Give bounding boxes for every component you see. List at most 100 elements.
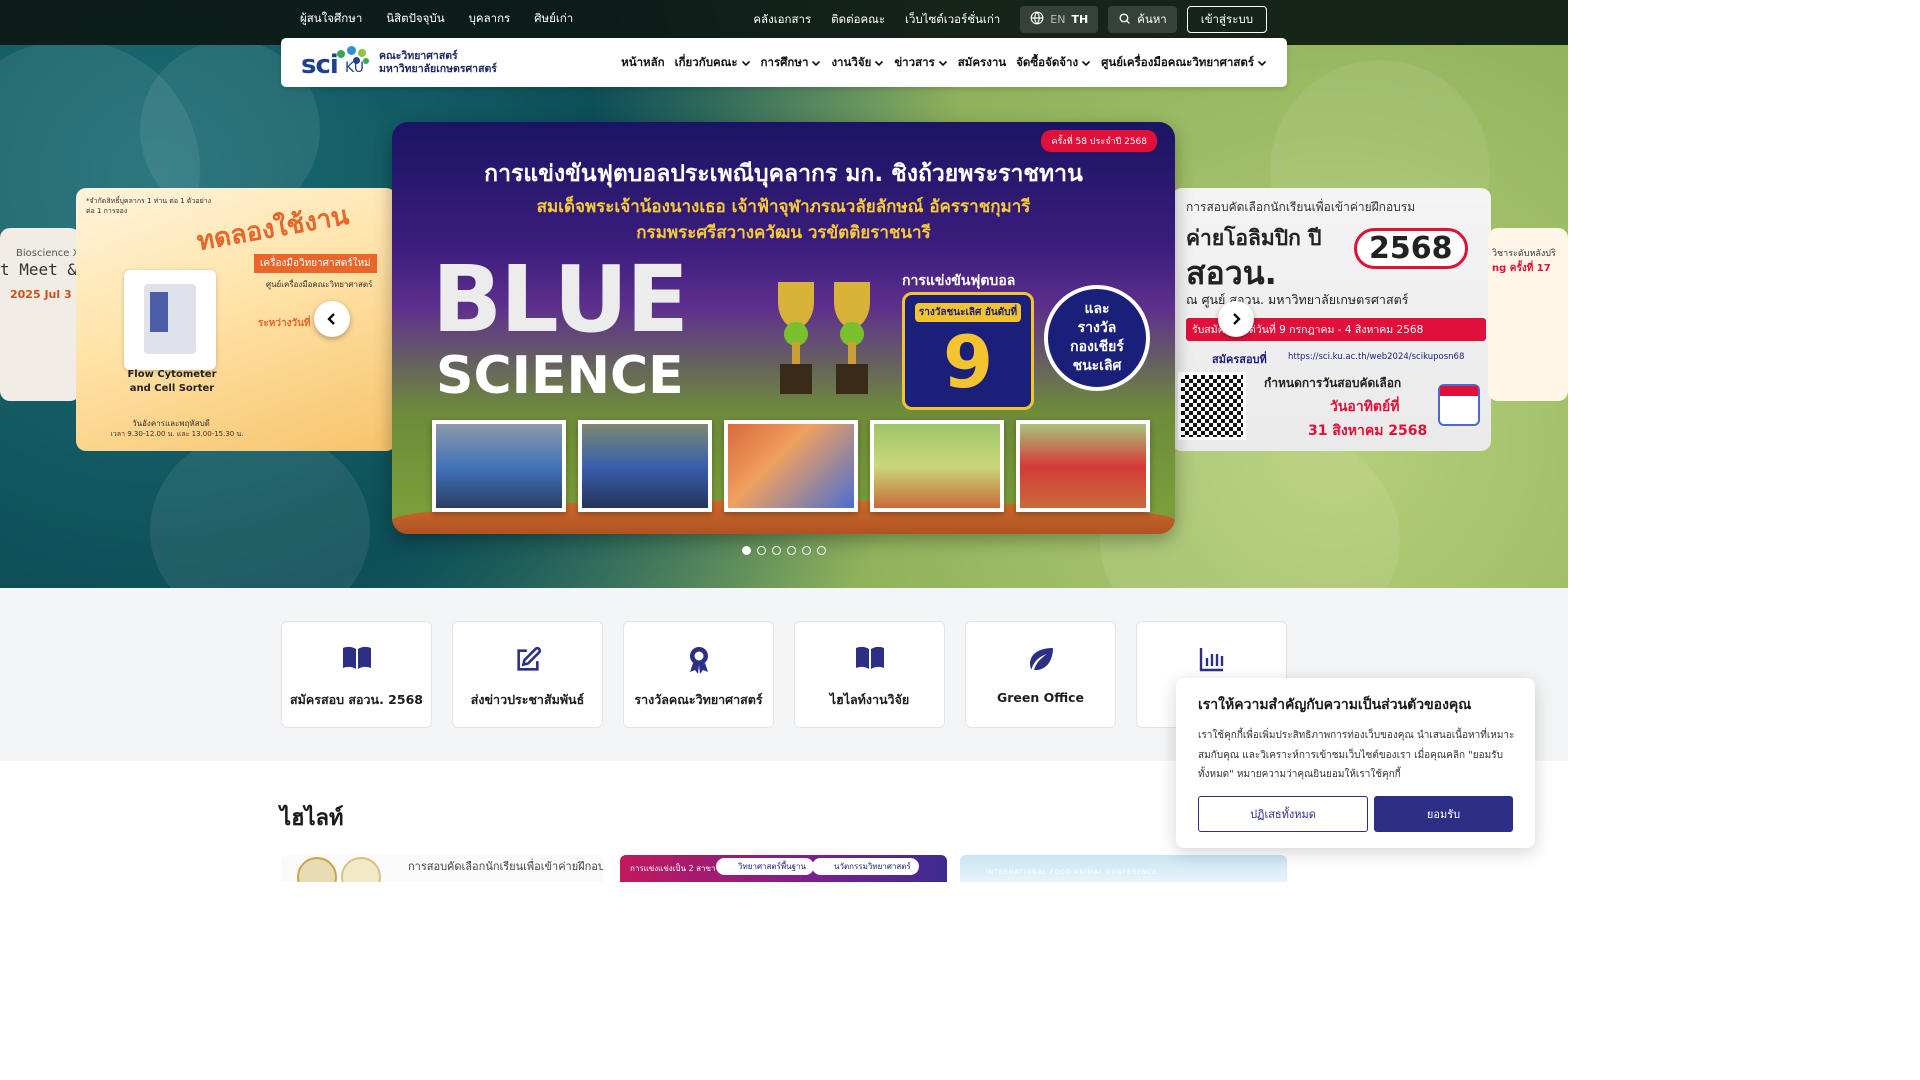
slide-main-title: การแข่งขันฟุตบอลประเพณีบุคลากร มก. ชิงถ้… (484, 161, 1083, 187)
toplink-students[interactable]: นิสิตปัจจุบัน (386, 10, 444, 28)
slide-far-right-line1: วิชาระดับหลังปริ (1492, 249, 1556, 259)
quick-link-research-highlights[interactable]: ไฮไลท์งานวิจัย (794, 621, 945, 728)
nav-instrument-center[interactable]: ศูนย์เครื่องมือคณะวิทยาศาสตร์ (1101, 54, 1267, 72)
nav-jobs[interactable]: สมัครงาน (958, 54, 1006, 72)
chevron-down-icon (875, 60, 884, 66)
highlight-card-3-text: INTERNATIONAL FOOD ANIMAL CONFERENCE (986, 869, 1158, 876)
slide-left-period: ระหว่างวันที่ (258, 318, 311, 329)
carousel-slide-far-right[interactable]: วิชาระดับหลังปริ ng ครั้งที่ 17 (1488, 228, 1568, 401)
slide-main-subtitle-2: กรมพระศรีสวางควัฒน วรขัตติยราชนารี (636, 223, 931, 243)
chevron-down-icon (741, 60, 750, 66)
flow-cytometer-image (124, 270, 216, 370)
carousel-dot[interactable] (787, 546, 796, 555)
nav-about[interactable]: เกี่ยวกับคณะ (675, 54, 751, 72)
carousel-slide-far-left[interactable]: Bioscience X t Meet & 2025 Jul 3 (0, 228, 80, 401)
highlight-card-2-tag-innovation: นวัตกรรมวิทยาศาสตร์ (812, 858, 919, 875)
logo-line2: มหาวิทยาลัยเกษตรศาสตร์ (379, 62, 497, 75)
carousel-prev-button[interactable] (314, 301, 350, 337)
slide-left-note: *จำกัดสิทธิ์บุคลากร 1 ท่าน ต่อ 1 ตัวอย่า… (86, 197, 212, 215)
cookie-accept-button[interactable]: ยอมรับ (1374, 796, 1513, 832)
search-icon (1118, 12, 1131, 28)
carousel-next-button[interactable] (1218, 301, 1254, 337)
bar-chart-icon (1199, 648, 1223, 672)
carousel-slide-main[interactable]: ครั้งที่ 58 ประจำปี 2568 การแข่งขันฟุตบอ… (392, 122, 1175, 534)
highlight-card-1-text: การสอบคัดเลือกนักเรียนเพื่อเข้าค่ายฝึกอบ… (408, 860, 603, 873)
book-open-icon (855, 646, 884, 669)
nav-education[interactable]: การศึกษา (761, 54, 822, 72)
chevron-down-icon (1257, 60, 1267, 66)
blue-word: BLUE (432, 246, 689, 353)
language-switcher[interactable]: EN TH (1020, 6, 1099, 33)
nav-news[interactable]: ข่าวสาร (894, 54, 947, 72)
globe-icon (1030, 11, 1044, 28)
slide-right-exam-date: 31 สิงหาคม 2568 (1308, 423, 1428, 439)
cookie-body: เราใช้คุกกี้เพื่อเพิ่มประสิทธิภาพการท่อง… (1198, 730, 1515, 780)
event-photo (578, 420, 712, 512)
cookie-reject-button[interactable]: ปฏิเสธทั้งหมด (1198, 796, 1368, 832)
search-button[interactable]: ค้นหา (1108, 6, 1177, 33)
quick-link-awards[interactable]: รางวัลคณะวิทยาศาสตร์ (623, 621, 774, 728)
slide-far-left-line3: 2025 Jul 3 (10, 288, 72, 301)
award-heading: การแข่งขันฟุตบอล (902, 273, 1016, 289)
main-navbar: sci KU คณะวิทยาศาสตร์ มหาวิทยาลัยเกษตรศา… (281, 38, 1287, 87)
calendar-icon (1438, 384, 1480, 426)
slide-right-url-label: สมัครสอบที่ (1212, 353, 1267, 366)
event-photo (432, 420, 566, 512)
site-logo[interactable]: sci KU คณะวิทยาศาสตร์ มหาวิทยาลัยเกษตรศา… (301, 44, 497, 81)
highlight-card[interactable]: การสอบคัดเลือกนักเรียนเพื่อเข้าค่ายฝึกอบ… (281, 855, 603, 882)
nav-research[interactable]: งานวิจัย (831, 54, 884, 72)
chevron-left-icon (327, 313, 335, 325)
slide-right-venue: ณ ศูนย์ สอวน. มหาวิทยาลัยเกษตรศาสตร์ (1186, 292, 1409, 307)
toplink-prospective[interactable]: ผู้สนใจศึกษา (300, 10, 362, 28)
award-box: รางวัลชนะเลิศ อันดับที่ 9 (902, 292, 1034, 410)
chevron-down-icon (812, 60, 821, 66)
highlight-card[interactable]: INTERNATIONAL FOOD ANIMAL CONFERENCE (960, 855, 1287, 882)
highlight-card[interactable]: การแข่งแข่งเป็น 2 สาขา วิทยาศาสตร์พื้นฐา… (620, 855, 947, 882)
carousel-dot[interactable] (757, 546, 766, 555)
carousel-dot[interactable] (817, 546, 826, 555)
logo-sci-text: sci (301, 50, 339, 80)
slide-left-headline: ทดลองใช้งาน (194, 200, 352, 258)
toplink-staff[interactable]: บุคลากร (469, 10, 511, 28)
sciku-logo-mark: sci KU (301, 44, 371, 81)
qr-code-image (1178, 372, 1246, 440)
slide-far-left-line1: Bioscience X (16, 248, 80, 259)
highlight-card-2-tag-basic: วิทยาศาสตร์พื้นฐาน (716, 858, 815, 875)
trophy-icon (834, 282, 870, 394)
toplink-alumni[interactable]: ศิษย์เก่า (534, 10, 573, 28)
lang-en[interactable]: EN (1050, 13, 1065, 26)
toplink-contact[interactable]: ติดต่อคณะ (831, 11, 885, 29)
award-number: 9 (942, 320, 994, 404)
university-seal-icon (297, 857, 337, 882)
highlight-card-2-text: การแข่งแข่งเป็น 2 สาขา (630, 864, 716, 873)
slide-left-device: Flow Cytometer and Cell Sorter (127, 369, 217, 394)
slide-right-year: 2568 (1354, 228, 1468, 269)
nav-procurement[interactable]: จัดซื้อจัดจ้าง (1016, 54, 1091, 72)
quick-link-send-news[interactable]: ส่งข่าวประชาสัมพันธ์ (452, 621, 603, 728)
carousel-dot[interactable] (742, 546, 751, 555)
carousel-dot[interactable] (772, 546, 781, 555)
toplink-old-website[interactable]: เว็บไซต์เวอร์ชั่นเก่า (905, 11, 1000, 29)
slide-main-subtitle-1: สมเด็จพระเจ้าน้องนางเธอ เจ้าฟ้าจุฬาภรณวล… (536, 197, 1031, 217)
lang-th[interactable]: TH (1071, 13, 1088, 26)
slide-left-time-range: เวลา 9.30-12.00 น. และ 13.00-15.30 น. (110, 430, 244, 438)
login-button[interactable]: เข้าสู่ระบบ (1186, 6, 1267, 33)
sciku-seal-icon (341, 857, 381, 882)
toplink-documents[interactable]: คลังเอกสาร (753, 11, 811, 29)
slide-left-subhead: เครื่องมือวิทยาศาสตร์ใหม่ (254, 254, 377, 273)
cookie-title: เราให้ความสำคัญกับความเป็นส่วนตัวของคุณ (1198, 697, 1472, 713)
cheer-award-bubble: และ รางวัล กองเชียร์ ชนะเลิศ (1044, 285, 1150, 391)
quick-link-green-office[interactable]: Green Office (965, 621, 1116, 728)
event-photo (870, 420, 1004, 512)
highlight-section-title: ไฮไลท์ (280, 806, 344, 831)
chevron-down-icon (1082, 60, 1091, 66)
nav-home[interactable]: หน้าหลัก (621, 54, 665, 72)
event-photo (724, 420, 858, 512)
chevron-right-icon (1233, 313, 1241, 325)
quick-link-posn-exam[interactable]: สมัครสอบ สอวน. 2568 (281, 621, 432, 728)
leaf-icon (1029, 648, 1053, 671)
slide-right-exam-day: วันอาทิตย์ที่ (1330, 399, 1400, 415)
search-label: ค้นหา (1137, 11, 1167, 26)
carousel-dot[interactable] (802, 546, 811, 555)
slide-right-exam-label: กำหนดการวันสอบคัดเลือก (1264, 376, 1402, 390)
